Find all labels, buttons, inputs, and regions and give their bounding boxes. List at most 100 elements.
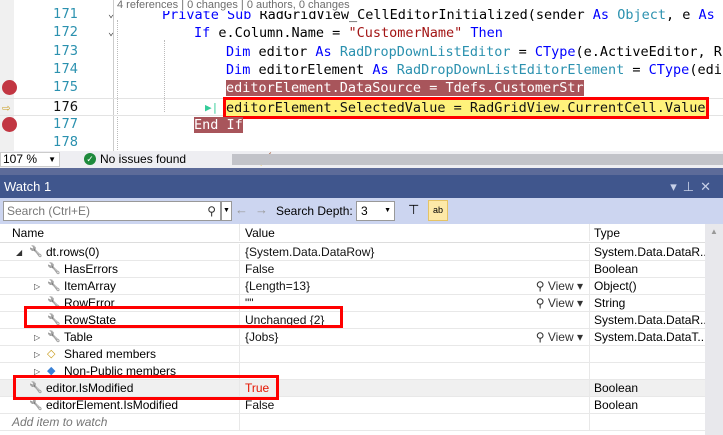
watch-row[interactable]: ▷ ◇ Shared members — [0, 346, 705, 363]
watch-value-cell[interactable]: True — [241, 380, 590, 397]
expand-triangle-icon[interactable]: ▷ — [34, 278, 40, 295]
watch-row[interactable]: 🔧 HasErrors False Boolean — [0, 261, 705, 278]
view-visualizer-button[interactable]: ⚲ View ▾ — [536, 329, 583, 346]
forward-arrow-icon[interactable]: → — [255, 202, 268, 217]
watch-value-cell[interactable] — [241, 363, 590, 380]
search-depth-select[interactable]: 3 ▼ — [356, 201, 395, 221]
code-token: = — [510, 43, 535, 60]
chevron-down-icon: ▼ — [384, 207, 391, 214]
code-line[interactable]: 177 End If — [0, 116, 723, 134]
view-label: View — [547, 279, 574, 293]
column-header-row: Name Value Type — [0, 224, 705, 243]
watch-value-cell[interactable]: {System.Data.DataRow} — [241, 244, 590, 261]
fold-chevron-icon[interactable]: ⌄ — [108, 6, 114, 24]
expand-triangle-icon[interactable]: ▷ — [34, 346, 40, 363]
view-visualizer-button[interactable]: ⚲ View ▾ — [536, 278, 583, 295]
column-header-value[interactable]: Value — [241, 224, 590, 241]
code-line[interactable]: 176 ⇨ ▶| editorElement.SelectedValue = RadG… — [0, 96, 723, 119]
code-token: (edi — [689, 61, 722, 78]
code-token: CType — [648, 61, 690, 78]
code-text: Dim editorElement As RadDropDownListEdit… — [226, 61, 722, 79]
vertical-scrollbar[interactable]: ▲ — [705, 224, 723, 435]
watch-name-cell: ▷ ◇ Shared members — [0, 346, 240, 363]
collapse-triangle-icon[interactable]: ◢ — [16, 244, 22, 261]
horizontal-scrollbar[interactable] — [232, 154, 723, 165]
watch-name[interactable]: dt.rows(0) — [46, 244, 99, 261]
watch-value-cell[interactable] — [241, 346, 590, 363]
zoom-value: 107 % — [3, 152, 38, 166]
view-label: View — [547, 330, 574, 344]
watch-value-cell[interactable]: False — [241, 261, 590, 278]
watch-value-cell[interactable]: {Length=13} ⚲ View ▾ — [241, 278, 590, 295]
dropdown-icon[interactable]: ▾ — [670, 179, 683, 194]
line-number: 178 — [53, 135, 78, 151]
search-input[interactable]: Search (Ctrl+E) ⚲ — [3, 201, 221, 221]
watch-type: Boolean — [594, 381, 639, 395]
code-token: (e.ActiveEditor, R — [575, 43, 722, 60]
expand-triangle-icon[interactable]: ▷ — [34, 329, 40, 346]
splitter[interactable] — [0, 168, 723, 175]
watch-row[interactable]: ▷ 🔧 Table {Jobs} ⚲ View ▾ System.Data.DataT..… — [0, 329, 705, 346]
code-token: As — [372, 61, 397, 78]
search-dropdown[interactable]: ▼ — [221, 201, 232, 221]
code-line[interactable]: 175 editorElement.DataSource = Tdefs.Cust… — [0, 79, 723, 97]
pin-filter-icon[interactable]: ⊤ — [408, 202, 419, 218]
search-icon[interactable]: ⚲ — [207, 202, 216, 220]
issues-status[interactable]: No issues found — [100, 151, 186, 168]
search-depth-value: 3 — [361, 204, 368, 218]
column-header-type[interactable]: Type — [591, 224, 705, 241]
watch-name[interactable]: Table — [64, 329, 93, 346]
code-line[interactable]: 173 Dim editor As RadDropDownListEditor =… — [0, 43, 723, 61]
code-line[interactable]: 174 Dim editorElement As RadDropDownListE… — [0, 61, 723, 79]
highlight-rowstate — [24, 306, 343, 328]
add-watch-input[interactable]: Add item to watch — [0, 414, 240, 431]
code-token: RadDropDownListEditor — [339, 43, 511, 60]
wrench-icon: 🔧 — [47, 263, 61, 275]
watch-type-cell: Object() — [591, 278, 705, 295]
watch-type-cell: Boolean — [591, 397, 705, 414]
view-visualizer-button[interactable]: ⚲ View ▾ — [536, 295, 583, 312]
close-icon[interactable]: ✕ — [700, 179, 717, 194]
line-number: 173 — [53, 43, 78, 59]
watch-name[interactable]: Shared members — [64, 346, 156, 363]
watch-value-cell[interactable]: False — [241, 397, 590, 414]
line-number: 175 — [53, 80, 78, 96]
column-header-name[interactable]: Name — [0, 224, 240, 241]
watch-type: Boolean — [594, 398, 639, 412]
watch-value-cell[interactable]: {Jobs} ⚲ View ▾ — [241, 329, 590, 346]
back-arrow-icon[interactable]: ← — [235, 202, 248, 217]
watch-toolbar: Search (Ctrl+E) ⚲ ▼ ← → Search Depth: 3 ▼ … — [0, 198, 723, 224]
code-line[interactable]: 172 ⌄ If e.Column.Name = "CustomerName" Th… — [0, 24, 723, 42]
search-placeholder: Search (Ctrl+E) — [7, 204, 91, 218]
codelens[interactable]: 4 references | 0 changes | 0 authors, 0 … — [117, 0, 353, 11]
run-to-here-icon[interactable]: ▶| — [205, 99, 218, 117]
breakpoint-icon[interactable] — [2, 116, 17, 132]
line-number: 176 — [53, 99, 78, 115]
code-text: If e.Column.Name = "CustomerName" Then — [194, 24, 503, 42]
fold-chevron-icon[interactable]: ⌄ — [108, 24, 114, 42]
code-token: If — [194, 25, 219, 42]
zoom-dropdown[interactable]: 107 % ▼ — [0, 152, 60, 167]
watch-name[interactable]: HasErrors — [64, 261, 118, 278]
show-raw-ab-icon[interactable]: ab — [428, 200, 448, 221]
watch-grid: Name Value Type ◢ 🔧 dt.rows(0) {System.Data… — [0, 224, 705, 435]
view-label: View — [547, 296, 574, 310]
code-token: Dim — [226, 43, 259, 60]
watch-type-cell: Boolean — [591, 261, 705, 278]
watch-row[interactable]: ◢ 🔧 dt.rows(0) {System.Data.DataRow} System.… — [0, 244, 705, 261]
code-editor[interactable]: 171 ⌄ Private Sub RadGridView_CellEditorIn… — [0, 0, 723, 151]
breakpoint-icon[interactable] — [2, 80, 17, 96]
watch-name-cell: ▷ 🔧 Table — [0, 329, 240, 346]
watch-row[interactable]: ▷ 🔧 ItemArray {Length=13} ⚲ View ▾ Object() — [0, 278, 705, 295]
code-token: As — [592, 7, 618, 23]
code-line[interactable]: 178 — [0, 134, 723, 151]
watch-name-cell: ◢ 🔧 dt.rows(0) — [0, 244, 240, 261]
watch-name[interactable]: ItemArray — [64, 278, 116, 295]
code-token: RadDropDownListEditorElement — [396, 61, 625, 78]
code-text: End If — [194, 116, 243, 134]
code-line[interactable]: 171 ⌄ Private Sub RadGridView_CellEditorIn… — [0, 6, 723, 24]
add-watch-row[interactable]: Add item to watch — [0, 414, 705, 431]
scroll-up-icon[interactable]: ▲ — [710, 227, 718, 236]
pin-icon[interactable]: ⊥ — [683, 179, 700, 194]
current-statement-arrow-icon: ⇨ — [2, 99, 11, 116]
